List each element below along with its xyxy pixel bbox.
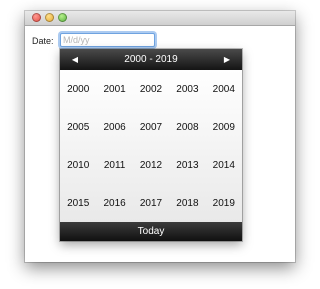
year-cell[interactable]: 2007: [133, 108, 169, 146]
year-cell[interactable]: 2018: [169, 184, 205, 222]
year-cell[interactable]: 2014: [206, 146, 242, 184]
today-button[interactable]: Today: [60, 222, 242, 241]
year-cell[interactable]: 2015: [60, 184, 96, 222]
close-window-button[interactable]: [32, 13, 41, 22]
year-cell[interactable]: 2003: [169, 70, 205, 108]
date-label: Date:: [32, 36, 54, 46]
minimize-window-button[interactable]: [45, 13, 54, 22]
year-cell[interactable]: 2017: [133, 184, 169, 222]
date-input[interactable]: [60, 33, 155, 47]
year-cell[interactable]: 2019: [206, 184, 242, 222]
year-cell[interactable]: 2000: [60, 70, 96, 108]
year-picker-header: ◀ 2000 - 2019 ▶: [60, 49, 242, 70]
year-grid: 2000 2001 2002 2003 2004 2005 2006 2007 …: [60, 70, 242, 222]
year-cell[interactable]: 2009: [206, 108, 242, 146]
year-cell[interactable]: 2005: [60, 108, 96, 146]
year-cell[interactable]: 2016: [96, 184, 132, 222]
year-cell[interactable]: 2011: [96, 146, 132, 184]
year-range-title: 2000 - 2019: [124, 54, 178, 65]
title-bar[interactable]: [25, 11, 295, 26]
year-cell[interactable]: 2001: [96, 70, 132, 108]
year-cell[interactable]: 2008: [169, 108, 205, 146]
app-window: Date: ◀ 2000 - 2019 ▶ 2000 2001 2002 200…: [25, 11, 295, 262]
year-cell[interactable]: 2010: [60, 146, 96, 184]
year-cell[interactable]: 2004: [206, 70, 242, 108]
zoom-window-button[interactable]: [58, 13, 67, 22]
year-cell[interactable]: 2006: [96, 108, 132, 146]
year-cell[interactable]: 2002: [133, 70, 169, 108]
previous-range-icon[interactable]: ◀: [64, 49, 86, 70]
year-picker-popup: ◀ 2000 - 2019 ▶ 2000 2001 2002 2003 2004…: [60, 49, 242, 241]
year-cell[interactable]: 2012: [133, 146, 169, 184]
year-cell[interactable]: 2013: [169, 146, 205, 184]
next-range-icon[interactable]: ▶: [216, 49, 238, 70]
